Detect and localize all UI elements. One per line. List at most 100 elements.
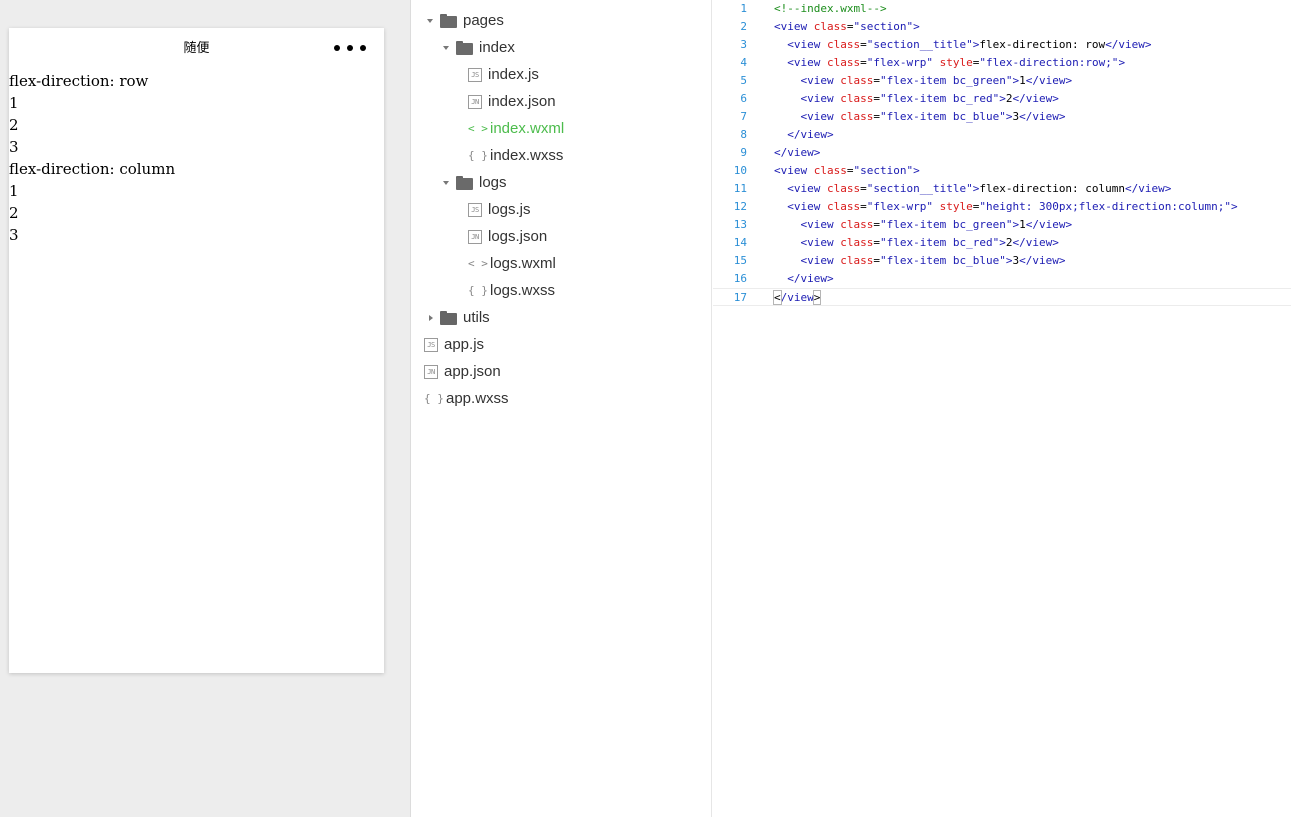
tree-file-logs-json[interactable]: JN logs.json bbox=[468, 223, 547, 250]
wxss-file-icon: { } bbox=[468, 284, 488, 297]
code-token: > bbox=[999, 236, 1006, 249]
code-editor[interactable]: 1 <!--index.wxml--> 2 <view class="section"… bbox=[713, 0, 1291, 817]
code-line[interactable]: 13 <view class="flex-item bc_green">1</v… bbox=[713, 216, 1291, 234]
json-file-icon: JN bbox=[468, 94, 482, 109]
code-line[interactable]: 5 <view class="flex-item bc_green">1</vi… bbox=[713, 72, 1291, 90]
code-line[interactable]: 1 <!--index.wxml--> bbox=[713, 0, 1291, 18]
code-line[interactable]: 3 <view class="section__title">flex-dire… bbox=[713, 36, 1291, 54]
code-token: style bbox=[939, 200, 973, 213]
code-token: > bbox=[812, 290, 822, 305]
tree-file-logs-wxss[interactable]: { } logs.wxss bbox=[468, 277, 555, 304]
code-text: <view class="section"> bbox=[774, 162, 920, 180]
code-token: class bbox=[840, 110, 874, 123]
code-line[interactable]: 15 <view class="flex-item bc_blue">3</vi… bbox=[713, 252, 1291, 270]
tree-file-index-js[interactable]: JS index.js bbox=[468, 61, 539, 88]
code-text: <view class="section__title">flex-direct… bbox=[774, 36, 1151, 54]
more-dots-icon[interactable] bbox=[334, 28, 366, 68]
code-token: = bbox=[860, 56, 867, 69]
code-token: <view bbox=[800, 254, 841, 267]
tree-folder-index[interactable]: index bbox=[440, 34, 515, 61]
tree-file-logs-wxml[interactable]: < > logs.wxml bbox=[468, 250, 556, 277]
code-token: </view> bbox=[787, 272, 834, 285]
code-token: = bbox=[860, 200, 867, 213]
tree-file-index-wxml[interactable]: < > index.wxml bbox=[468, 115, 564, 142]
tree-file-index-wxss[interactable]: { } index.wxss bbox=[468, 142, 563, 169]
code-token: "section" bbox=[853, 164, 914, 177]
tree-file-app-json[interactable]: JN app.json bbox=[424, 358, 501, 385]
page-content: flex-direction: row 1 2 3 flex-direction: co… bbox=[9, 68, 384, 246]
navigation-bar: 随便 bbox=[9, 28, 384, 68]
tree-file-app-js[interactable]: JS app.js bbox=[424, 331, 484, 358]
line-number: 15 bbox=[733, 254, 747, 267]
code-token: = bbox=[846, 20, 854, 33]
code-token: </view> bbox=[1025, 74, 1073, 87]
line-number: 2 bbox=[740, 20, 747, 33]
tree-folder-pages[interactable]: pages bbox=[424, 7, 504, 34]
code-line[interactable]: 11 <view class="section__title">flex-dir… bbox=[713, 180, 1291, 198]
tree-folder-logs[interactable]: logs bbox=[440, 169, 507, 196]
code-line[interactable]: 16 </view> bbox=[713, 270, 1291, 288]
line-number: 11 bbox=[733, 182, 747, 195]
code-text: <view class="flex-item bc_red">2</view> bbox=[774, 234, 1059, 252]
line-number: 9 bbox=[740, 146, 747, 159]
tree-file-app-wxss[interactable]: { } app.wxss bbox=[424, 385, 509, 412]
code-token: class bbox=[813, 164, 847, 177]
tree-item-label: index.json bbox=[488, 93, 556, 110]
code-token: <view bbox=[800, 74, 841, 87]
code-token: </view> bbox=[1019, 254, 1066, 267]
caret-down-icon[interactable] bbox=[440, 41, 454, 55]
code-token: "section__title" bbox=[866, 182, 973, 195]
code-line[interactable]: 12 <view class="flex-wrp" style="height:… bbox=[713, 198, 1291, 216]
code-token: class bbox=[827, 38, 861, 51]
caret-down-icon[interactable] bbox=[440, 176, 454, 190]
code-token: "flex-item bc_green" bbox=[880, 74, 1013, 87]
code-line[interactable]: 8 </view> bbox=[713, 126, 1291, 144]
code-token: "flex-item bc_blue" bbox=[880, 254, 1006, 267]
code-token: <view bbox=[787, 200, 827, 213]
tree-item-label: logs bbox=[479, 174, 507, 191]
page-text-line: 2 bbox=[9, 204, 19, 222]
caret-down-icon[interactable] bbox=[424, 14, 438, 28]
code-token: </view> bbox=[1125, 182, 1172, 195]
page-text-line: 1 bbox=[9, 94, 19, 112]
code-token: > bbox=[999, 92, 1006, 105]
code-token: = bbox=[860, 38, 867, 51]
code-token: class bbox=[840, 254, 874, 267]
line-number: 5 bbox=[740, 74, 747, 87]
tree-file-logs-js[interactable]: JS logs.js bbox=[468, 196, 531, 223]
code-token: "section__title" bbox=[866, 38, 973, 51]
tree-item-label: index.wxss bbox=[490, 147, 564, 164]
tree-folder-utils[interactable]: utils bbox=[424, 304, 490, 331]
code-token: flex-direction: row bbox=[979, 38, 1106, 51]
tree-item-label: index.js bbox=[488, 66, 539, 83]
code-token: class bbox=[827, 200, 861, 213]
line-number: 1 bbox=[740, 2, 747, 15]
code-token: "height: 300px;flex-direction:column;" bbox=[979, 200, 1232, 213]
code-line[interactable]: 4 <view class="flex-wrp" style="flex-dir… bbox=[713, 54, 1291, 72]
code-token: > bbox=[1118, 56, 1126, 69]
code-line[interactable]: 6 <view class="flex-item bc_red">2</view… bbox=[713, 90, 1291, 108]
tree-item-label: index bbox=[479, 39, 515, 56]
line-number: 4 bbox=[740, 56, 747, 69]
code-line[interactable]: 17 </view> bbox=[713, 288, 1291, 306]
code-line[interactable]: 2 <view class="section"> bbox=[713, 18, 1291, 36]
phone-screen: 随便 flex-direction: row 1 2 3 flex-direction:… bbox=[9, 28, 384, 673]
page-text-line: 1 bbox=[9, 182, 19, 200]
code-line[interactable]: 7 <view class="flex-item bc_blue">3</vie… bbox=[713, 108, 1291, 126]
code-line[interactable]: 10 <view class="section"> bbox=[713, 162, 1291, 180]
tree-item-label: index.wxml bbox=[490, 120, 565, 137]
code-token: </view> bbox=[1012, 236, 1059, 249]
tree-file-index-json[interactable]: JN index.json bbox=[468, 88, 556, 115]
code-token: <view bbox=[774, 20, 814, 33]
code-token: "flex-item bc_red" bbox=[880, 236, 1000, 249]
code-line[interactable]: 9 </view> bbox=[713, 144, 1291, 162]
caret-right-icon[interactable] bbox=[424, 311, 438, 325]
folder-open-icon bbox=[456, 175, 473, 190]
code-line[interactable]: 14 <view class="flex-item bc_red">2</vie… bbox=[713, 234, 1291, 252]
code-token: = bbox=[873, 110, 880, 123]
tree-item-label: logs.wxml bbox=[490, 255, 556, 272]
